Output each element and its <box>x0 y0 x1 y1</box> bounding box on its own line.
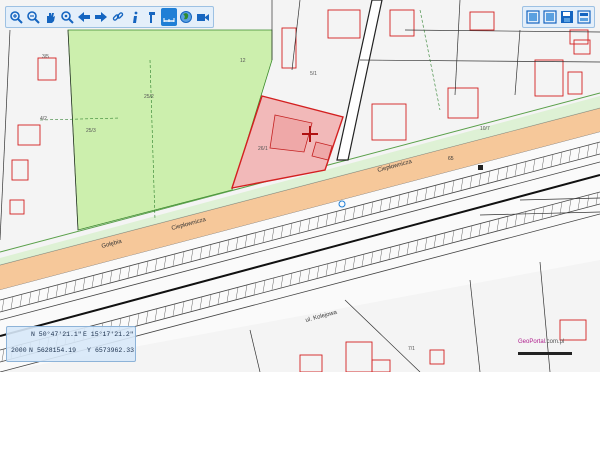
video-camera-icon <box>197 14 209 21</box>
info-tool[interactable] <box>127 8 143 26</box>
info-icon <box>133 11 138 23</box>
map-symbol <box>478 165 483 170</box>
logo-brand: GeoPortal <box>518 339 546 345</box>
coordinates-panel: N 50°47'21.1" E 15°17'21.2" 2000 N 56281… <box>6 326 136 362</box>
zoom-extent-tool[interactable] <box>59 8 75 26</box>
save-map-icon <box>561 11 573 23</box>
layout-panel-icon <box>526 10 540 24</box>
map-viewport[interactable]: Ciepłownicza Ciepłownicza Gołębia ul. Ko… <box>0 0 600 372</box>
link-tool[interactable] <box>110 8 126 26</box>
zoom-extent-icon <box>61 11 74 24</box>
previous-view-tool[interactable] <box>76 8 92 26</box>
zoom-out-tool[interactable] <box>25 8 41 26</box>
parcel-number-label: 3/5 <box>42 54 49 60</box>
legend-icon <box>149 12 155 23</box>
n-label: N <box>29 347 33 354</box>
layout-tool-2[interactable] <box>542 8 558 26</box>
y-label: Y <box>87 347 91 354</box>
provider-logo: GeoPortal.com.pl <box>518 339 564 345</box>
arrow-right-icon <box>95 12 107 22</box>
measure-tool[interactable] <box>161 8 177 26</box>
parcel-number-label: 5/1 <box>310 71 317 77</box>
save-map-tool[interactable] <box>559 8 575 26</box>
measure-icon <box>163 18 175 22</box>
video-tool[interactable] <box>195 8 211 26</box>
pan-tool[interactable] <box>42 8 58 26</box>
parcel-number-label: 7/1 <box>408 346 415 352</box>
arrow-left-icon <box>78 12 90 22</box>
zoom-in-icon <box>10 11 23 24</box>
layout-panel-icon <box>543 10 557 24</box>
pan-hand-icon <box>47 13 55 23</box>
srs-label: 2000 <box>11 347 27 354</box>
next-view-tool[interactable] <box>93 8 109 26</box>
logo-suffix: .com.pl <box>545 339 565 345</box>
print-icon <box>577 10 591 24</box>
parcel-number-label: 4/2 <box>40 116 47 122</box>
globe-tool[interactable] <box>178 8 194 26</box>
longitude-readout: E 15°17'21.2" <box>83 331 134 338</box>
legend-tool[interactable] <box>144 8 160 26</box>
layout-tool-1[interactable] <box>525 8 541 26</box>
house-number-label: 65 <box>448 156 454 162</box>
parcel-number-label: 25/2 <box>144 94 154 100</box>
parcel-number-label: 12 <box>240 58 246 64</box>
parcel-number-label: 26/1 <box>258 146 268 152</box>
zoom-in-tool[interactable] <box>8 8 24 26</box>
zoom-out-icon <box>27 11 40 24</box>
link-icon <box>112 12 124 21</box>
view-toolbar <box>522 6 595 28</box>
y-coordinate: 6573962.33 <box>95 347 135 354</box>
parcel-number-label: 25/3 <box>86 128 96 134</box>
map-toolbar <box>5 6 214 28</box>
parcel-number-label: 10/7 <box>480 126 490 132</box>
latitude-readout: N 50°47'21.1" <box>31 331 82 338</box>
cadastral-map[interactable]: Ciepłownicza Ciepłownicza Gołębia ul. Ko… <box>0 0 600 372</box>
n-coordinate: 5628154.19 <box>37 347 77 354</box>
print-tool[interactable] <box>576 8 592 26</box>
globe-icon <box>180 11 192 23</box>
scale-bar <box>518 352 572 355</box>
